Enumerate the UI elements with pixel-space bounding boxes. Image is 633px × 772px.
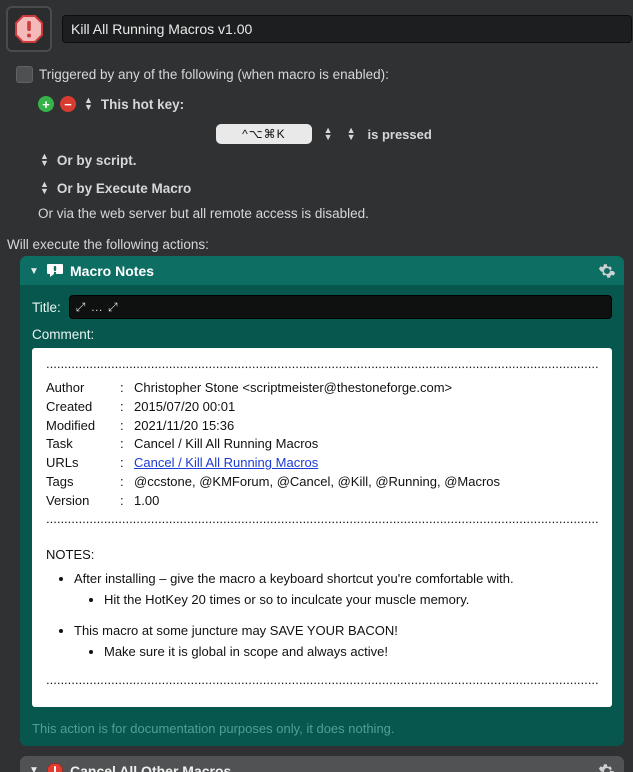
script-trigger-stepper[interactable]: ▲▼ (40, 153, 49, 167)
notes-comment-label: Comment: (32, 327, 612, 342)
trigger-enabled-checkbox[interactable] (16, 66, 33, 83)
execute-trigger-stepper[interactable]: ▲▼ (40, 181, 49, 195)
add-trigger-icon[interactable]: + (38, 96, 54, 112)
action-cancel-all-header[interactable]: ▼ Cancel All Other Macros (20, 756, 624, 772)
action-cancel-all[interactable]: ▼ Cancel All Other Macros ▲▼ Cancel All … (20, 756, 624, 772)
stop-sign-icon (46, 762, 64, 772)
trigger-section: Triggered by any of the following (when … (16, 62, 632, 229)
action-cancel-all-title: Cancel All Other Macros (70, 763, 231, 772)
hotkey-config-row: ^⌥⌘K ▲▼ ▲▼ is pressed (16, 124, 632, 144)
remove-trigger-icon[interactable]: − (60, 96, 76, 112)
action-macro-notes-title: Macro Notes (70, 263, 154, 279)
hotkey-label: This hot key: (101, 97, 184, 112)
hotkey-state-stepper[interactable]: ▲▼ (347, 127, 356, 141)
notes-bullets: After installing – give the macro a keyb… (46, 570, 598, 610)
notes-disclaimer: This action is for documentation purpose… (32, 721, 612, 736)
notes-title-label: Title: (32, 300, 61, 315)
divider-dots: ∙∙∙∙∙∙∙∙∙∙∙∙∙∙∙∙∙∙∙∙∙∙∙∙∙∙∙∙∙∙∙∙∙∙∙∙∙∙∙∙… (46, 513, 598, 532)
trigger-heading-row: Triggered by any of the following (when … (16, 62, 632, 86)
divider-dots: ∙∙∙∙∙∙∙∙∙∙∙∙∙∙∙∙∙∙∙∙∙∙∙∙∙∙∙∙∙∙∙∙∙∙∙∙∙∙∙∙… (46, 358, 598, 377)
gear-icon[interactable] (598, 762, 616, 772)
divider-dots: ∙∙∙∙∙∙∙∙∙∙∙∙∙∙∙∙∙∙∙∙∙∙∙∙∙∙∙∙∙∙∙∙∙∙∙∙∙∙∙∙… (46, 674, 598, 693)
script-trigger-row: ▲▼ Or by script. (38, 148, 632, 172)
gear-icon[interactable] (598, 262, 616, 280)
web-server-note: Or via the web server but all remote acc… (38, 206, 632, 229)
disclosure-triangle-icon[interactable]: ▼ (28, 266, 40, 277)
macro-name-input[interactable] (62, 15, 632, 43)
macro-header (6, 6, 632, 52)
action-macro-notes[interactable]: ▼ Macro Notes Title: Comment: (20, 256, 624, 746)
hotkey-field[interactable]: ^⌥⌘K (216, 124, 311, 144)
speech-bubble-icon (46, 262, 64, 280)
script-trigger-label: Or by script. (57, 153, 137, 168)
trigger-heading: Triggered by any of the following (when … (39, 67, 389, 82)
notes-url-link[interactable]: Cancel / Kill All Running Macros (134, 454, 598, 473)
disclosure-triangle-icon[interactable]: ▼ (28, 765, 40, 772)
action-macro-notes-header[interactable]: ▼ Macro Notes (20, 256, 624, 285)
notes-title-input[interactable] (69, 295, 612, 319)
macro-icon-well[interactable] (6, 6, 52, 52)
notes-heading: NOTES: (46, 546, 598, 565)
notes-meta-table: Author:Christopher Stone <scriptmeister@… (46, 379, 598, 511)
execute-label: Will execute the following actions: (6, 237, 632, 252)
notes-comment-box[interactable]: ∙∙∙∙∙∙∙∙∙∙∙∙∙∙∙∙∙∙∙∙∙∙∙∙∙∙∙∙∙∙∙∙∙∙∙∙∙∙∙∙… (32, 348, 612, 707)
action-macro-notes-body: Title: Comment: ∙∙∙∙∙∙∙∙∙∙∙∙∙∙∙∙∙∙∙∙∙∙∙∙… (20, 285, 624, 746)
execute-trigger-label: Or by Execute Macro (57, 181, 191, 196)
execute-trigger-row: ▲▼ Or by Execute Macro (38, 176, 632, 200)
trigger-type-stepper[interactable]: ▲▼ (84, 97, 93, 111)
hotkey-modifier-stepper[interactable]: ▲▼ (324, 127, 333, 141)
hotkey-state-label: is pressed (367, 127, 431, 142)
stop-sign-icon (13, 13, 45, 45)
hotkey-trigger-row: + − ▲▼ This hot key: (38, 92, 632, 116)
